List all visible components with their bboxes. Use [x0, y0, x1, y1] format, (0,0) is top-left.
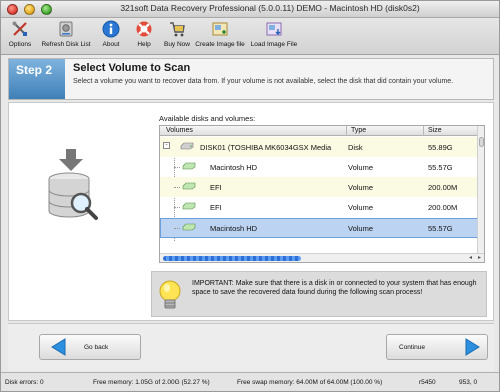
load-image-icon — [266, 22, 282, 36]
table-row[interactable]: Macintosh HD Volume 55.57G — [160, 157, 478, 177]
options-icon — [12, 21, 27, 36]
collapse-toggle[interactable]: - — [163, 142, 170, 149]
buy-now-button[interactable]: Buy Now — [161, 20, 193, 54]
table-row[interactable]: - DISK01 (TOSHIBA MK6034GSX Media Disk 5… — [160, 137, 478, 157]
notice-text: IMPORTANT: Make sure that there is a dis… — [192, 280, 477, 296]
cart-icon — [170, 22, 185, 37]
load-image-file-button[interactable]: Load Image File — [248, 20, 300, 54]
horizontal-scroll-thumb[interactable] — [163, 256, 301, 261]
step-header: Step 2 Select Volume to Scan Select a vo… — [8, 58, 494, 100]
help-button[interactable]: Help — [129, 20, 159, 54]
vertical-scroll-thumb[interactable] — [479, 137, 484, 147]
horizontal-scrollbar[interactable]: ◂ ▸ — [160, 253, 484, 262]
volume-icon — [182, 223, 196, 231]
app-window: 321soft Data Recovery Professional (5.0.… — [0, 0, 500, 392]
go-back-button[interactable]: Go back — [39, 334, 141, 360]
hard-disk-search-icon — [48, 149, 98, 220]
status-code: r5450 — [419, 379, 436, 386]
title-bar: 321soft Data Recovery Professional (5.0.… — [1, 1, 499, 18]
scroll-left-arrow[interactable]: ◂ — [469, 254, 472, 261]
lightbulb-icon — [159, 280, 181, 309]
important-notice: IMPORTANT: Make sure that there is a dis… — [151, 271, 487, 317]
arrow-left-icon — [51, 338, 66, 356]
scroll-right-arrow[interactable]: ▸ — [478, 254, 481, 261]
window-minimize-button[interactable] — [24, 4, 35, 15]
volumes-caption: Available disks and volumes: — [159, 114, 256, 123]
toolbar: Options Refresh Disk List About Help Buy… — [1, 18, 499, 55]
info-icon — [102, 20, 120, 38]
column-header-size[interactable]: Size — [428, 127, 442, 134]
step-description: Select a volume you want to recover data… — [73, 78, 454, 85]
window-close-button[interactable] — [7, 4, 18, 15]
table-row-selected[interactable]: Macintosh HD Volume 55.57G — [160, 218, 478, 238]
create-image-icon — [212, 22, 228, 36]
status-free-memory: Free memory: 1.05G of 2.00G (52.27 %) — [93, 379, 210, 386]
volume-icon — [182, 202, 196, 210]
continue-button[interactable]: Continue — [386, 334, 488, 360]
options-button[interactable]: Options — [5, 20, 35, 54]
refresh-disk-icon — [59, 21, 73, 37]
disk-icon — [180, 142, 194, 150]
status-counter: 953, 0 — [459, 379, 478, 386]
table-row[interactable]: EFI Volume 200.00M — [160, 177, 478, 197]
status-free-swap: Free swap memory: 64.00M of 64.00M (100.… — [237, 379, 383, 386]
step-badge: Step 2 — [9, 59, 65, 99]
column-header-type[interactable]: Type — [351, 127, 366, 134]
arrow-right-icon — [465, 338, 480, 356]
table-header: Volumes Type Size — [160, 126, 478, 136]
step-title: Select Volume to Scan — [73, 62, 191, 74]
help-lifebuoy-icon — [136, 21, 152, 37]
about-button[interactable]: About — [96, 20, 126, 54]
bottom-navigation: Go back Continue — [8, 323, 494, 371]
table-row[interactable]: EFI Volume 200.00M — [160, 197, 478, 217]
status-disk-errors: Disk errors: 0 — [5, 379, 44, 386]
window-title: 321soft Data Recovery Professional (5.0.… — [120, 3, 420, 13]
window-zoom-button[interactable] — [41, 4, 52, 15]
main-panel: Available disks and volumes: Volumes Typ… — [8, 102, 494, 321]
column-header-volumes[interactable]: Volumes — [166, 127, 193, 134]
create-image-file-button[interactable]: Create Image file — [194, 20, 246, 54]
status-bar: Disk errors: 0 Free memory: 1.05G of 2.0… — [1, 372, 499, 391]
volumes-table: Volumes Type Size - DISK01 (TOSHIBA MK60… — [159, 125, 485, 263]
volume-icon — [182, 162, 196, 170]
vertical-scrollbar[interactable] — [477, 126, 484, 254]
refresh-disk-list-button[interactable]: Refresh Disk List — [40, 20, 92, 54]
volume-icon — [182, 182, 196, 190]
